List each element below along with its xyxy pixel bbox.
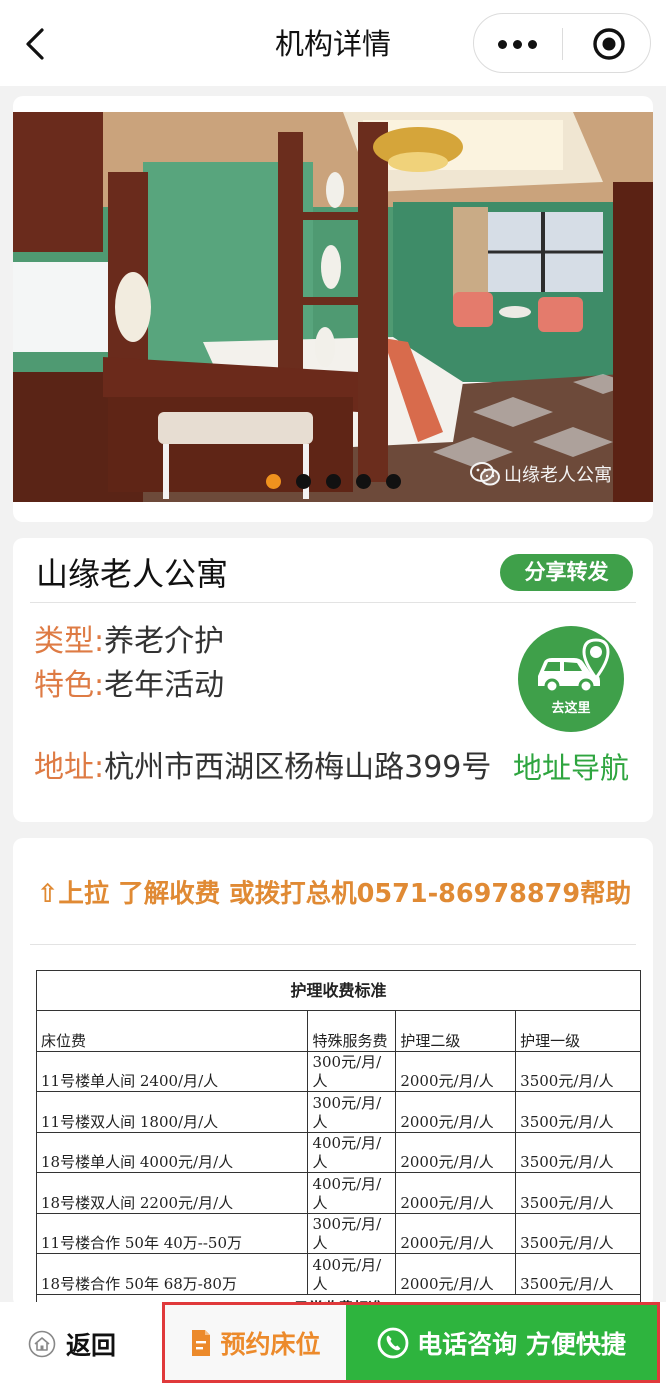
table-cell: 3500元/月/人 — [515, 1172, 641, 1214]
fee-table: 护理收费标准 床位费 特殊服务费 护理二级 护理一级 11号楼单人间 2400/… — [35, 970, 641, 1308]
mini-program-capsule — [473, 13, 651, 73]
document-icon — [192, 1329, 211, 1356]
address-navigation-link[interactable]: 地址导航 — [513, 746, 629, 790]
table-cell: 11号楼单人间 2400/月/人 — [35, 1050, 309, 1092]
table-row: 18号楼双人间 2200元/月/人 400元/月/人 2000元/月/人 350… — [35, 1172, 641, 1214]
table-cell: 3500元/月/人 — [515, 1253, 641, 1295]
return-button[interactable]: 返回 — [28, 1324, 116, 1364]
table-cell: 2000元/月/人 — [395, 1172, 517, 1214]
header-care-level-2: 护理二级 — [395, 1010, 517, 1052]
table-cell: 3500元/月/人 — [515, 1050, 641, 1092]
table-cell: 400元/月/人 — [307, 1131, 397, 1173]
table-cell: 300元/月/人 — [307, 1212, 397, 1254]
feature-label: 特色: — [34, 668, 105, 703]
type-label: 类型: — [34, 624, 105, 659]
table-cell: 2000元/月/人 — [395, 1212, 517, 1254]
table-row: 18号楼单人间 4000元/月/人 400元/月/人 2000元/月/人 350… — [35, 1131, 641, 1173]
carousel-dot-1[interactable] — [266, 474, 281, 489]
home-icon — [28, 1330, 56, 1358]
table-row: 11号楼合作 50年 40万--50万 300元/月/人 2000元/月/人 3… — [35, 1212, 641, 1254]
header-bed-fee: 床位费 — [35, 1010, 309, 1052]
table-cell: 18号楼双人间 2200元/月/人 — [35, 1172, 309, 1214]
table-cell: 2000元/月/人 — [395, 1131, 517, 1173]
table-cell: 18号楼合作 50年 68万-80万 — [35, 1253, 309, 1295]
carousel-dot-5[interactable] — [386, 474, 401, 489]
wechat-icon — [470, 462, 500, 486]
phone-consult-label: 电话咨询 方便快捷 — [417, 1329, 626, 1359]
room-photo[interactable] — [13, 112, 653, 502]
phone-icon — [377, 1327, 409, 1358]
fee-table-title: 护理收费标准 — [36, 970, 641, 1011]
reserve-bed-button[interactable]: 预约床位 — [162, 1302, 346, 1383]
car-location-icon — [538, 638, 610, 694]
fee-card: ⇧上拉 了解收费 或拨打总机0571-86978879帮助 护理收费标准 床位费… — [13, 838, 653, 1308]
go-here-label: 去这里 — [551, 701, 591, 716]
table-cell: 300元/月/人 — [307, 1091, 397, 1133]
bottom-action-bar: 返回 预约床位 电话咨询 方便快捷 — [0, 1302, 666, 1383]
more-dots-icon[interactable] — [498, 40, 538, 49]
target-circle-icon[interactable] — [591, 26, 627, 62]
institution-info-card: 山缘老人公寓 分享转发 类型:养老介护 特色:老年活动 地址:杭州市西湖区杨梅山… — [13, 538, 653, 822]
divider — [30, 944, 636, 945]
table-row: 18号楼合作 50年 68万-80万 400元/月/人 2000元/月/人 35… — [35, 1253, 641, 1295]
table-cell: 400元/月/人 — [307, 1172, 397, 1214]
go-here-button[interactable]: 去这里 — [518, 626, 624, 732]
institution-name: 山缘老人公寓 — [36, 555, 229, 593]
feature-value: 老年活动 — [104, 668, 225, 703]
table-cell: 300元/月/人 — [307, 1050, 397, 1092]
table-cell: 3500元/月/人 — [515, 1091, 641, 1133]
table-cell: 3500元/月/人 — [515, 1212, 641, 1254]
table-cell: 3500元/月/人 — [515, 1131, 641, 1173]
watermark-text: 山缘老人公寓 — [504, 465, 612, 486]
table-cell: 11号楼合作 50年 40万--50万 — [35, 1212, 309, 1254]
table-cell: 400元/月/人 — [307, 1253, 397, 1295]
table-cell: 2000元/月/人 — [395, 1050, 517, 1092]
capsule-divider — [562, 28, 563, 60]
carousel-dot-4[interactable] — [356, 474, 371, 489]
table-row: 11号楼双人间 1800/月/人 300元/月/人 2000元/月/人 3500… — [35, 1091, 641, 1133]
type-value: 养老介护 — [104, 624, 225, 659]
phone-consult-button[interactable]: 电话咨询 方便快捷 — [346, 1302, 660, 1383]
return-label: 返回 — [66, 1331, 117, 1360]
table-cell: 11号楼双人间 1800/月/人 — [35, 1091, 309, 1133]
pull-up-tip[interactable]: ⇧上拉 了解收费 或拨打总机0571-86978879帮助 — [37, 874, 631, 914]
carousel-dot-3[interactable] — [326, 474, 341, 489]
table-row: 11号楼单人间 2400/月/人 300元/月/人 2000元/月/人 3500… — [35, 1050, 641, 1092]
divider — [30, 602, 636, 603]
address-row: 地址:杭州市西湖区杨梅山路399号 — [34, 746, 491, 790]
share-button[interactable]: 分享转发 — [500, 554, 633, 591]
carousel-dot-2[interactable] — [296, 474, 311, 489]
table-cell: 2000元/月/人 — [395, 1091, 517, 1133]
carousel-indicator[interactable] — [256, 474, 401, 490]
type-row: 类型:养老介护 — [34, 620, 224, 664]
table-cell: 2000元/月/人 — [395, 1253, 517, 1295]
table-header-row: 床位费 特殊服务费 护理二级 护理一级 — [35, 1010, 641, 1052]
reserve-bed-label: 预约床位 — [220, 1329, 321, 1359]
navigation-bar: 机构详情 — [0, 0, 666, 86]
address-value: 杭州市西湖区杨梅山路399号 — [104, 750, 492, 785]
feature-row: 特色:老年活动 — [34, 664, 224, 708]
header-special-service: 特殊服务费 — [307, 1010, 397, 1052]
wechat-watermark: 山缘老人公寓 — [470, 459, 612, 489]
address-label: 地址: — [34, 750, 105, 785]
table-cell: 18号楼单人间 4000元/月/人 — [35, 1131, 309, 1173]
header-care-level-1: 护理一级 — [515, 1010, 641, 1052]
